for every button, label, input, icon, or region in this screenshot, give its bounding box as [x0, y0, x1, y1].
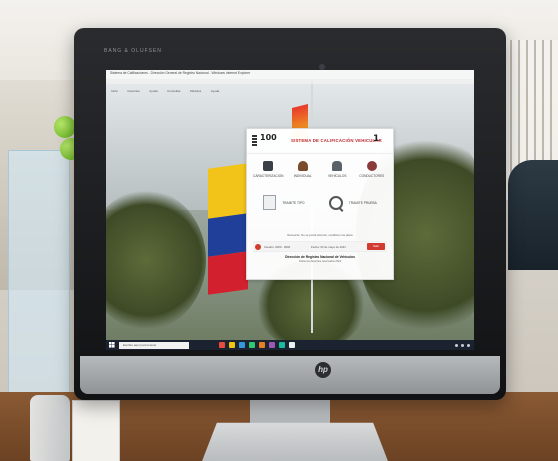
person-silhouette	[508, 160, 558, 270]
tile-label: TRAMITE TIPO	[282, 200, 305, 205]
logo-bars-icon	[252, 135, 257, 147]
window-titlebar[interactable]: Sistema de Calificaciones - Dirección Ge…	[106, 70, 474, 79]
dialog-title: SISTEMA DE CALIFICACIÓN VEHICULAR	[291, 138, 382, 143]
tile-individual[interactable]: INDIVIDUAL	[287, 161, 319, 178]
taskbar-app-icon[interactable]	[289, 342, 295, 348]
tray-icon[interactable]	[455, 343, 458, 347]
green-balloon	[54, 116, 76, 138]
tile-tramite-tipo[interactable]: TRAMITE TIPO	[263, 195, 304, 210]
windows-taskbar: Escribe aquí para buscar	[106, 340, 474, 350]
header-badge: 1	[373, 134, 380, 144]
taskbar-app-icon[interactable]	[269, 342, 275, 348]
tray-icon[interactable]	[461, 343, 464, 347]
tile-caracterizacion[interactable]: CARACTERIZACION	[252, 161, 284, 178]
window-title: Sistema de Calificaciones - Dirección Ge…	[110, 71, 251, 75]
tile-row-2: TRAMITE TIPO TRAMITE PRUEBA	[251, 195, 389, 210]
wallpaper-flag	[208, 163, 248, 295]
tile-label: VEHÍCULOS	[328, 174, 347, 178]
menu-item[interactable]: Inicio	[111, 89, 118, 93]
taskbar-app-icons	[219, 342, 295, 348]
dialog-note: Recuerde: No se podrá eliminar, modifica…	[287, 233, 353, 237]
photo-scene: BANG & OLUFSEN Sistema de Calificaciones…	[0, 0, 558, 461]
wallpaper-tree	[106, 190, 206, 330]
monitor-chin	[80, 356, 500, 394]
session-user: Usuario: 0000 - 0000	[264, 244, 291, 249]
magnifier-icon	[328, 195, 343, 210]
dialog-footer: Dirección de Registro Nacional de Vehícu…	[247, 255, 393, 263]
taskbar-app-icon[interactable]	[229, 342, 235, 348]
tile-vehiculos[interactable]: VEHÍCULOS	[321, 161, 353, 178]
document-icon	[263, 195, 277, 210]
taskbar-app-icon[interactable]	[219, 342, 225, 348]
menu-item[interactable]: Consultas	[167, 89, 180, 93]
windows-start-icon[interactable]	[109, 342, 115, 348]
tray-icon[interactable]	[467, 343, 470, 347]
all-in-one-monitor: BANG & OLUFSEN Sistema de Calificaciones…	[74, 28, 506, 400]
monitor-screen: Sistema de Calificaciones - Dirección Ge…	[106, 70, 474, 350]
menu-item[interactable]: Ayuda	[149, 89, 157, 93]
alcohol-bottle	[72, 400, 120, 461]
tile-tramite-prueba[interactable]: TRAMITE PRUEBA	[328, 195, 377, 210]
session-bar: Usuario: 0000 - 0000 Fecha: 00 de mayo d…	[253, 241, 387, 252]
app-dialog: 100 SISTEMA DE CALIFICACIÓN VEHICULAR 1 …	[246, 128, 394, 280]
tile-label: INDIVIDUAL	[293, 174, 312, 178]
taskbar-app-icon[interactable]	[259, 342, 265, 348]
tile-row-1: CARACTERIZACION INDIVIDUAL VEHÍCULOS CON…	[251, 161, 389, 178]
glass-partition	[8, 150, 70, 412]
taskbar-app-icon[interactable]	[249, 342, 255, 348]
window-menubar: Inicio Favoritos Ayuda Consultas Módulos…	[106, 79, 474, 93]
system-tray	[455, 343, 470, 347]
footer-subtitle: Todos los derechos reservados 2021	[298, 260, 342, 263]
tile-label: CONDUCTORES	[359, 174, 385, 178]
menu-item[interactable]: Módulos	[190, 89, 201, 93]
building-icon	[263, 161, 274, 171]
badge-icon	[366, 161, 377, 171]
hp-logo: hp	[315, 362, 331, 378]
menu-item[interactable]: Favoritos	[127, 89, 139, 93]
user-icon	[255, 243, 261, 250]
menu-item[interactable]: Ayuda	[211, 89, 219, 93]
dialog-header: 100 SISTEMA DE CALIFICACIÓN VEHICULAR 1	[247, 129, 393, 154]
sanitizer-bottle	[30, 395, 70, 461]
logo-number: 100	[260, 133, 277, 142]
car-icon	[332, 161, 343, 171]
exit-button[interactable]: Salir	[367, 243, 385, 250]
person-icon	[297, 161, 308, 171]
tile-label: TRAMITE PRUEBA	[348, 200, 377, 205]
footer-title: Dirección de Registro Nacional de Vehícu…	[285, 255, 355, 259]
taskbar-app-icon[interactable]	[279, 342, 285, 348]
taskbar-search-box[interactable]: Escribe aquí para buscar	[119, 341, 189, 349]
session-date: Fecha: 00 de mayo de 2021	[311, 244, 346, 249]
monitor-stand-base	[201, 422, 389, 461]
tile-label: CARACTERIZACION	[253, 174, 284, 178]
taskbar-search-placeholder: Escribe aquí para buscar	[123, 343, 157, 347]
taskbar-app-icon[interactable]	[239, 342, 245, 348]
bezel-brand-text: BANG & OLUFSEN	[104, 48, 162, 54]
tile-conductores[interactable]: CONDUCTORES	[356, 161, 388, 178]
